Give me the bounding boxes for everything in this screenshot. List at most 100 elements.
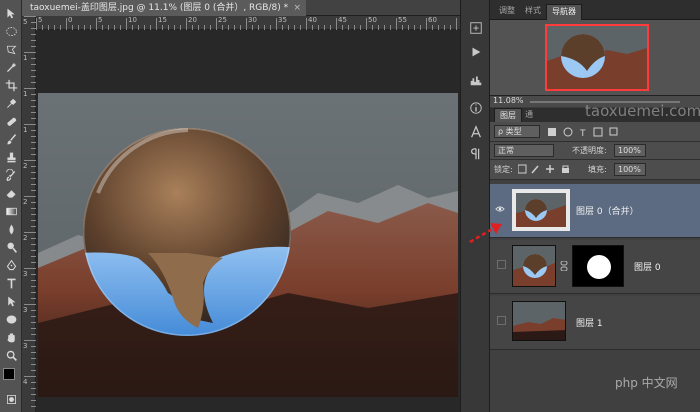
document-canvas[interactable] (38, 93, 458, 397)
layer-mask-thumbnail[interactable] (572, 245, 624, 287)
brush-icon[interactable] (3, 132, 19, 146)
opacity-label: 不透明度: (572, 146, 607, 155)
marquee-icon[interactable] (3, 24, 19, 38)
navigator-tab-bar: 调整 样式 导航器 (490, 0, 700, 20)
ruler-label: 30 (248, 16, 257, 24)
lasso-icon[interactable] (3, 42, 19, 56)
layer-thumbnail (512, 301, 566, 341)
horizontal-ruler: 5 0 5 10 15 20 25 30 35 40 45 50 55 60 (36, 16, 460, 30)
close-icon[interactable]: × (294, 0, 302, 16)
actions-play-icon[interactable] (468, 44, 484, 60)
lock-icons[interactable] (518, 164, 578, 174)
layer-row-masked[interactable]: 图层 0 (490, 240, 700, 294)
tab-navigator[interactable]: 导航器 (546, 4, 582, 20)
navigator-preview[interactable] (545, 24, 649, 91)
zoom-value[interactable]: 11.08% (493, 96, 524, 105)
panel-icon-strip (460, 0, 490, 412)
blend-mode-select[interactable]: 正常 (494, 144, 554, 157)
ruler-label: 5 (38, 16, 43, 24)
right-panels: 调整 样式 导航器 11.08% 图层 通 ρ 类型 T 正常 不透明度: 10… (490, 0, 700, 412)
ruler-label: 5 (23, 18, 28, 26)
document-tab-bar: taoxuemei-盖印图层.jpg @ 11.1% (图层 0 (合并）, R… (22, 0, 460, 16)
opacity-input[interactable]: 100% (614, 144, 646, 157)
layer-row-merged[interactable]: 图层 0（合并） (490, 184, 700, 238)
healing-icon[interactable] (3, 114, 19, 128)
ruler-label: 0 (68, 16, 73, 24)
dodge-icon[interactable] (3, 240, 19, 254)
navigator-panel (490, 20, 700, 95)
paragraph-panel-icon[interactable] (468, 146, 484, 162)
ruler-label: 2 (23, 198, 28, 206)
magic-wand-icon[interactable] (3, 60, 19, 74)
ruler-label: 4 (23, 378, 28, 386)
ruler-label: 35 (278, 16, 287, 24)
pen-icon[interactable] (3, 258, 19, 272)
ruler-label: 10 (128, 16, 137, 24)
shape-icon[interactable] (3, 312, 19, 326)
type-icon[interactable] (3, 276, 19, 290)
canvas-image (38, 93, 458, 397)
quick-mask-icon[interactable] (3, 392, 19, 406)
ruler-label: 1 (23, 54, 28, 62)
photoshop-window: taoxuemei-盖印图层.jpg @ 11.1% (图层 0 (合并）, R… (0, 0, 700, 412)
layer-filter-select[interactable]: ρ 类型 (494, 125, 540, 138)
eye-icon[interactable] (495, 204, 505, 214)
fill-label: 填充: (588, 165, 607, 174)
history-brush-icon[interactable] (3, 168, 19, 182)
document-title: taoxuemei-盖印图层.jpg @ 11.1% (图层 0 (合并）, R… (30, 3, 289, 13)
character-panel-icon[interactable] (468, 124, 484, 140)
blur-icon[interactable] (3, 222, 19, 236)
history-panel-icon[interactable] (468, 20, 484, 36)
hand-icon[interactable] (3, 330, 19, 344)
layer-filter-row: ρ 类型 T (490, 122, 700, 142)
document-tab[interactable]: taoxuemei-盖印图层.jpg @ 11.1% (图层 0 (合并）, R… (22, 0, 307, 16)
fill-input[interactable]: 100% (614, 163, 646, 176)
eyedropper-icon[interactable] (3, 96, 19, 110)
layer-name[interactable]: 图层 0 (634, 260, 661, 273)
move-icon[interactable] (3, 6, 19, 20)
ruler-label: 45 (338, 16, 347, 24)
workspace[interactable] (36, 30, 460, 412)
ruler-label: 1 (23, 126, 28, 134)
tab-adjustments[interactable]: 调整 (494, 4, 520, 20)
crop-icon[interactable] (3, 78, 19, 92)
zoom-icon[interactable] (3, 348, 19, 362)
layer-row-background[interactable]: 图层 1 (490, 296, 700, 350)
ruler-label: 3 (23, 270, 28, 278)
visibility-toggle[interactable] (497, 260, 506, 269)
layer-name[interactable]: 图层 0（合并） (576, 204, 639, 217)
lock-row: 锁定: 填充: 100% (490, 160, 700, 180)
gradient-icon[interactable] (3, 204, 19, 218)
lock-label: 锁定: (494, 165, 513, 174)
ruler-label: 55 (398, 16, 407, 24)
ruler-label: 50 (368, 16, 377, 24)
svg-text:T: T (579, 129, 586, 137)
ruler-label: 40 (308, 16, 317, 24)
blend-row: 正常 不透明度: 100% (490, 142, 700, 160)
ruler-label: 25 (218, 16, 227, 24)
ruler-label: 5 (98, 16, 103, 24)
layer-thumbnail (512, 189, 570, 231)
ruler-label: 2 (23, 234, 28, 242)
ruler-label: 20 (188, 16, 197, 24)
watermark-php: php 中文网 (615, 376, 678, 390)
link-icon[interactable] (560, 261, 568, 271)
eraser-icon[interactable] (3, 186, 19, 200)
visibility-toggle[interactable] (497, 316, 506, 325)
histogram-icon[interactable] (468, 72, 484, 88)
stamp-icon[interactable] (3, 150, 19, 164)
filter-icons[interactable]: T (548, 127, 638, 137)
foreground-color-swatch[interactable] (3, 368, 15, 380)
layer-thumbnail (512, 245, 556, 287)
ruler-label: 1 (23, 90, 28, 98)
annotation-arrow (469, 223, 502, 244)
path-select-icon[interactable] (3, 294, 19, 308)
ruler-label: 60 (428, 16, 437, 24)
tab-styles[interactable]: 样式 (520, 4, 546, 20)
tab-layers[interactable]: 图层 (494, 108, 522, 122)
vertical-ruler: 5 1 1 1 2 2 2 3 3 3 4 (22, 16, 36, 412)
ruler-label: 3 (23, 342, 28, 350)
layer-name[interactable]: 图层 1 (576, 316, 603, 329)
tools-panel (0, 0, 22, 412)
info-icon[interactable] (468, 100, 484, 116)
